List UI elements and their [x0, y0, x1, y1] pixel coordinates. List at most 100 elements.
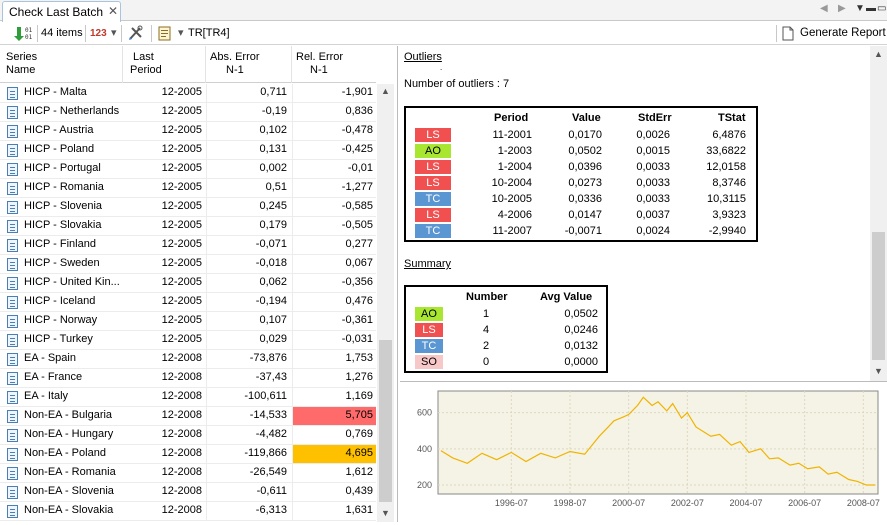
back-icon[interactable]: ◀: [820, 3, 828, 14]
abs-error: 0,107: [206, 312, 290, 330]
svg-text:01: 01: [25, 27, 33, 34]
last-period: 12-2008: [161, 504, 202, 516]
table-row[interactable]: EA - Spain 12-2008 -73,876 1,753: [0, 350, 376, 369]
header-series[interactable]: Series Name: [6, 51, 37, 77]
last-period: 12-2005: [161, 86, 202, 98]
table-row[interactable]: HICP - Slovenia 12-2005 0,245 -0,585: [0, 198, 376, 217]
rel-error: 0,277: [292, 236, 376, 254]
rel-error: -0,585: [292, 198, 376, 216]
table-row[interactable]: Non-EA - Slovakia 12-2008 -6,313 1,631: [0, 502, 376, 521]
last-period: 12-2008: [161, 352, 202, 364]
toolbar: 01 01 44 items 123 ▾ ▾ TR[TR4] Generate R…: [0, 22, 887, 45]
x-tick-label: 2008-07: [847, 498, 880, 508]
table-row[interactable]: Non-EA - Romania 12-2008 -26,549 1,612: [0, 464, 376, 483]
forward-icon[interactable]: ▶: [838, 3, 846, 14]
last-period: 12-2005: [161, 238, 202, 250]
scroll-up-icon[interactable]: ▲: [381, 86, 390, 96]
table-row[interactable]: Non-EA - Bulgaria 12-2008 -14,533 5,705: [0, 407, 376, 426]
scroll-down-icon[interactable]: ▼: [381, 508, 390, 518]
abs-error: -0,19: [206, 103, 290, 121]
spec-menu-chevron-icon[interactable]: ▾: [178, 25, 184, 42]
series-chart: 1996-07 1998-07 2000-07 2002-07 2004-07 2006-…: [400, 383, 887, 522]
plot-area: [437, 390, 879, 495]
series-name: HICP - Malta: [24, 86, 87, 98]
spec-label[interactable]: TR[TR4]: [188, 25, 230, 42]
series-name: HICP - Slovenia: [24, 200, 103, 212]
table-row[interactable]: HICP - Portugal 12-2005 0,002 -0,01: [0, 160, 376, 179]
series-icon: [7, 277, 18, 290]
table-row[interactable]: HICP - Norway 12-2005 0,107 -0,361: [0, 312, 376, 331]
outlier-tstat: 8,3746: [712, 177, 746, 189]
series-icon: [7, 258, 18, 271]
header-last-period[interactable]: Last Period: [130, 51, 162, 77]
table-row[interactable]: HICP - Slovakia 12-2005 0,179 -0,505: [0, 217, 376, 236]
table-row[interactable]: HICP - Malta 12-2005 0,711 -1,901: [0, 84, 376, 103]
table-row[interactable]: EA - France 12-2008 -37,43 1,276: [0, 369, 376, 388]
abs-error: 0,51: [206, 179, 290, 197]
report-scrollbar[interactable]: ▲ ▼: [870, 46, 887, 381]
outlier-tstat: 10,3115: [707, 193, 746, 205]
summary-type-badge: SO: [415, 355, 443, 369]
series-icon: [7, 505, 18, 518]
scrollbar-thumb[interactable]: [379, 340, 392, 502]
rel-error: 4,695: [292, 445, 376, 463]
tools-icon[interactable]: [127, 25, 145, 42]
outlier-period: 1-2003: [497, 145, 532, 157]
report-dot: .: [440, 63, 443, 72]
last-period: 12-2005: [161, 333, 202, 345]
header-abs-error[interactable]: Abs. Error N-1: [210, 51, 260, 77]
series-icon: [7, 87, 18, 100]
numbers-format-icon[interactable]: 123: [90, 25, 107, 42]
outlier-type-badge: LS: [415, 128, 451, 142]
scrollbar-thumb[interactable]: [872, 232, 885, 360]
abs-error: 0,245: [206, 198, 290, 216]
summary-avg-value: 0,0246: [564, 324, 598, 336]
generate-report-button[interactable]: Generate Report: [800, 25, 886, 42]
table-row[interactable]: HICP - Netherlands 12-2005 -0,19 0,836: [0, 103, 376, 122]
table-row[interactable]: HICP - Romania 12-2005 0,51 -1,277: [0, 179, 376, 198]
tab-check-last-batch[interactable]: Check Last Batch ✕: [2, 1, 121, 22]
series-name: HICP - Sweden: [24, 257, 100, 269]
outlier-report: Outliers . Number of outliers : 7 Period…: [400, 46, 887, 382]
last-period: 12-2005: [161, 181, 202, 193]
outlier-value: 0,0396: [568, 161, 602, 173]
table-row[interactable]: Non-EA - Hungary 12-2008 -4,482 0,769: [0, 426, 376, 445]
header-rel-error[interactable]: Rel. Error N-1: [296, 51, 343, 77]
table-row[interactable]: HICP - Iceland 12-2005 -0,194 0,476: [0, 293, 376, 312]
document-icon: [782, 25, 794, 42]
scroll-up-icon[interactable]: ▲: [874, 49, 883, 59]
series-name: Non-EA - Poland: [24, 447, 106, 459]
series-icon: [7, 144, 18, 157]
spec-icon[interactable]: [158, 25, 172, 42]
table-row[interactable]: HICP - Turkey 12-2005 0,029 -0,031: [0, 331, 376, 350]
series-name: Non-EA - Romania: [24, 466, 116, 478]
table-row[interactable]: HICP - United Kin... 12-2005 0,062 -0,356: [0, 274, 376, 293]
table-row[interactable]: Non-EA - Poland 12-2008 -119,866 4,695: [0, 445, 376, 464]
table-row[interactable]: HICP - Finland 12-2005 -0,071 0,277: [0, 236, 376, 255]
y-tick-label: 600: [417, 408, 432, 418]
summary-type-badge: LS: [415, 323, 443, 337]
tab-bar: Check Last Batch ✕ ◀ ▶ ▼ ▬ ▭: [0, 0, 887, 22]
table-row[interactable]: Non-EA - Slovenia 12-2008 -0,611 0,439: [0, 483, 376, 502]
rel-error: -0,478: [292, 122, 376, 140]
series-icon: [7, 163, 18, 176]
table-row[interactable]: HICP - Austria 12-2005 0,102 -0,478: [0, 122, 376, 141]
grid-scrollbar[interactable]: ▲ ▼: [377, 84, 394, 522]
minimize-icon[interactable]: ▬: [866, 3, 876, 14]
maximize-icon[interactable]: ▭: [877, 3, 886, 14]
series-name: EA - France: [24, 371, 83, 383]
last-period: 12-2008: [161, 485, 202, 497]
series-icon: [7, 201, 18, 214]
series-name: HICP - Slovakia: [24, 219, 102, 231]
table-row[interactable]: EA - Italy 12-2008 -100,611 1,169: [0, 388, 376, 407]
y-tick-label: 400: [417, 444, 432, 454]
table-row[interactable]: HICP - Poland 12-2005 0,131 -0,425: [0, 141, 376, 160]
close-icon[interactable]: ✕: [108, 4, 118, 18]
view-menu-icon[interactable]: ▼: [855, 3, 865, 14]
rel-error: 1,612: [292, 464, 376, 482]
download-icon[interactable]: 01 01: [13, 25, 35, 42]
table-row[interactable]: HICP - Sweden 12-2005 -0,018 0,067: [0, 255, 376, 274]
numbers-menu-chevron-icon[interactable]: ▾: [111, 25, 117, 42]
toolbar-separator: [37, 25, 38, 42]
scroll-down-icon[interactable]: ▼: [874, 366, 883, 376]
